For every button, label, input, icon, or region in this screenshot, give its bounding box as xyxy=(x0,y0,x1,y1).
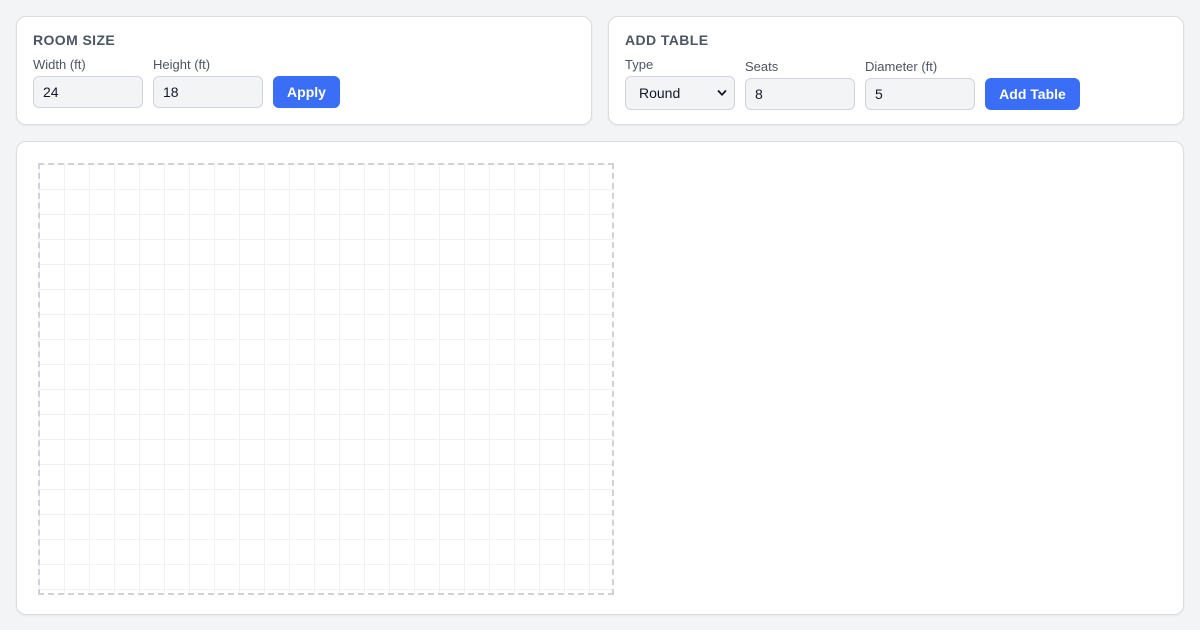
width-input[interactable] xyxy=(33,76,143,108)
add-table-button[interactable]: Add Table xyxy=(985,78,1080,110)
chevron-down-icon xyxy=(717,90,727,96)
diameter-field: Diameter (ft) xyxy=(865,59,975,110)
type-label: Type xyxy=(625,57,654,72)
seats-field: Seats xyxy=(745,59,855,110)
type-select-value: Round xyxy=(639,85,681,101)
diameter-label: Diameter (ft) xyxy=(865,59,938,74)
seats-label: Seats xyxy=(745,59,779,74)
type-select[interactable]: Round xyxy=(625,76,735,110)
add-table-panel: ADD TABLE Type Round Seats Diameter (ft)… xyxy=(608,16,1184,125)
floor-plan-panel xyxy=(16,141,1184,615)
diameter-input[interactable] xyxy=(865,78,975,110)
room-size-panel: ROOM SIZE Width (ft) Height (ft) Apply xyxy=(16,16,592,125)
apply-button[interactable]: Apply xyxy=(273,76,340,108)
height-label: Height (ft) xyxy=(153,57,211,72)
width-field: Width (ft) xyxy=(33,57,143,108)
room-size-title: ROOM SIZE xyxy=(33,32,116,48)
type-field: Type Round xyxy=(625,57,735,110)
width-label: Width (ft) xyxy=(33,57,86,72)
add-table-title: ADD TABLE xyxy=(625,32,709,48)
seats-input[interactable] xyxy=(745,78,855,110)
height-field: Height (ft) xyxy=(153,57,263,108)
height-input[interactable] xyxy=(153,76,263,108)
room-canvas[interactable] xyxy=(38,163,614,595)
